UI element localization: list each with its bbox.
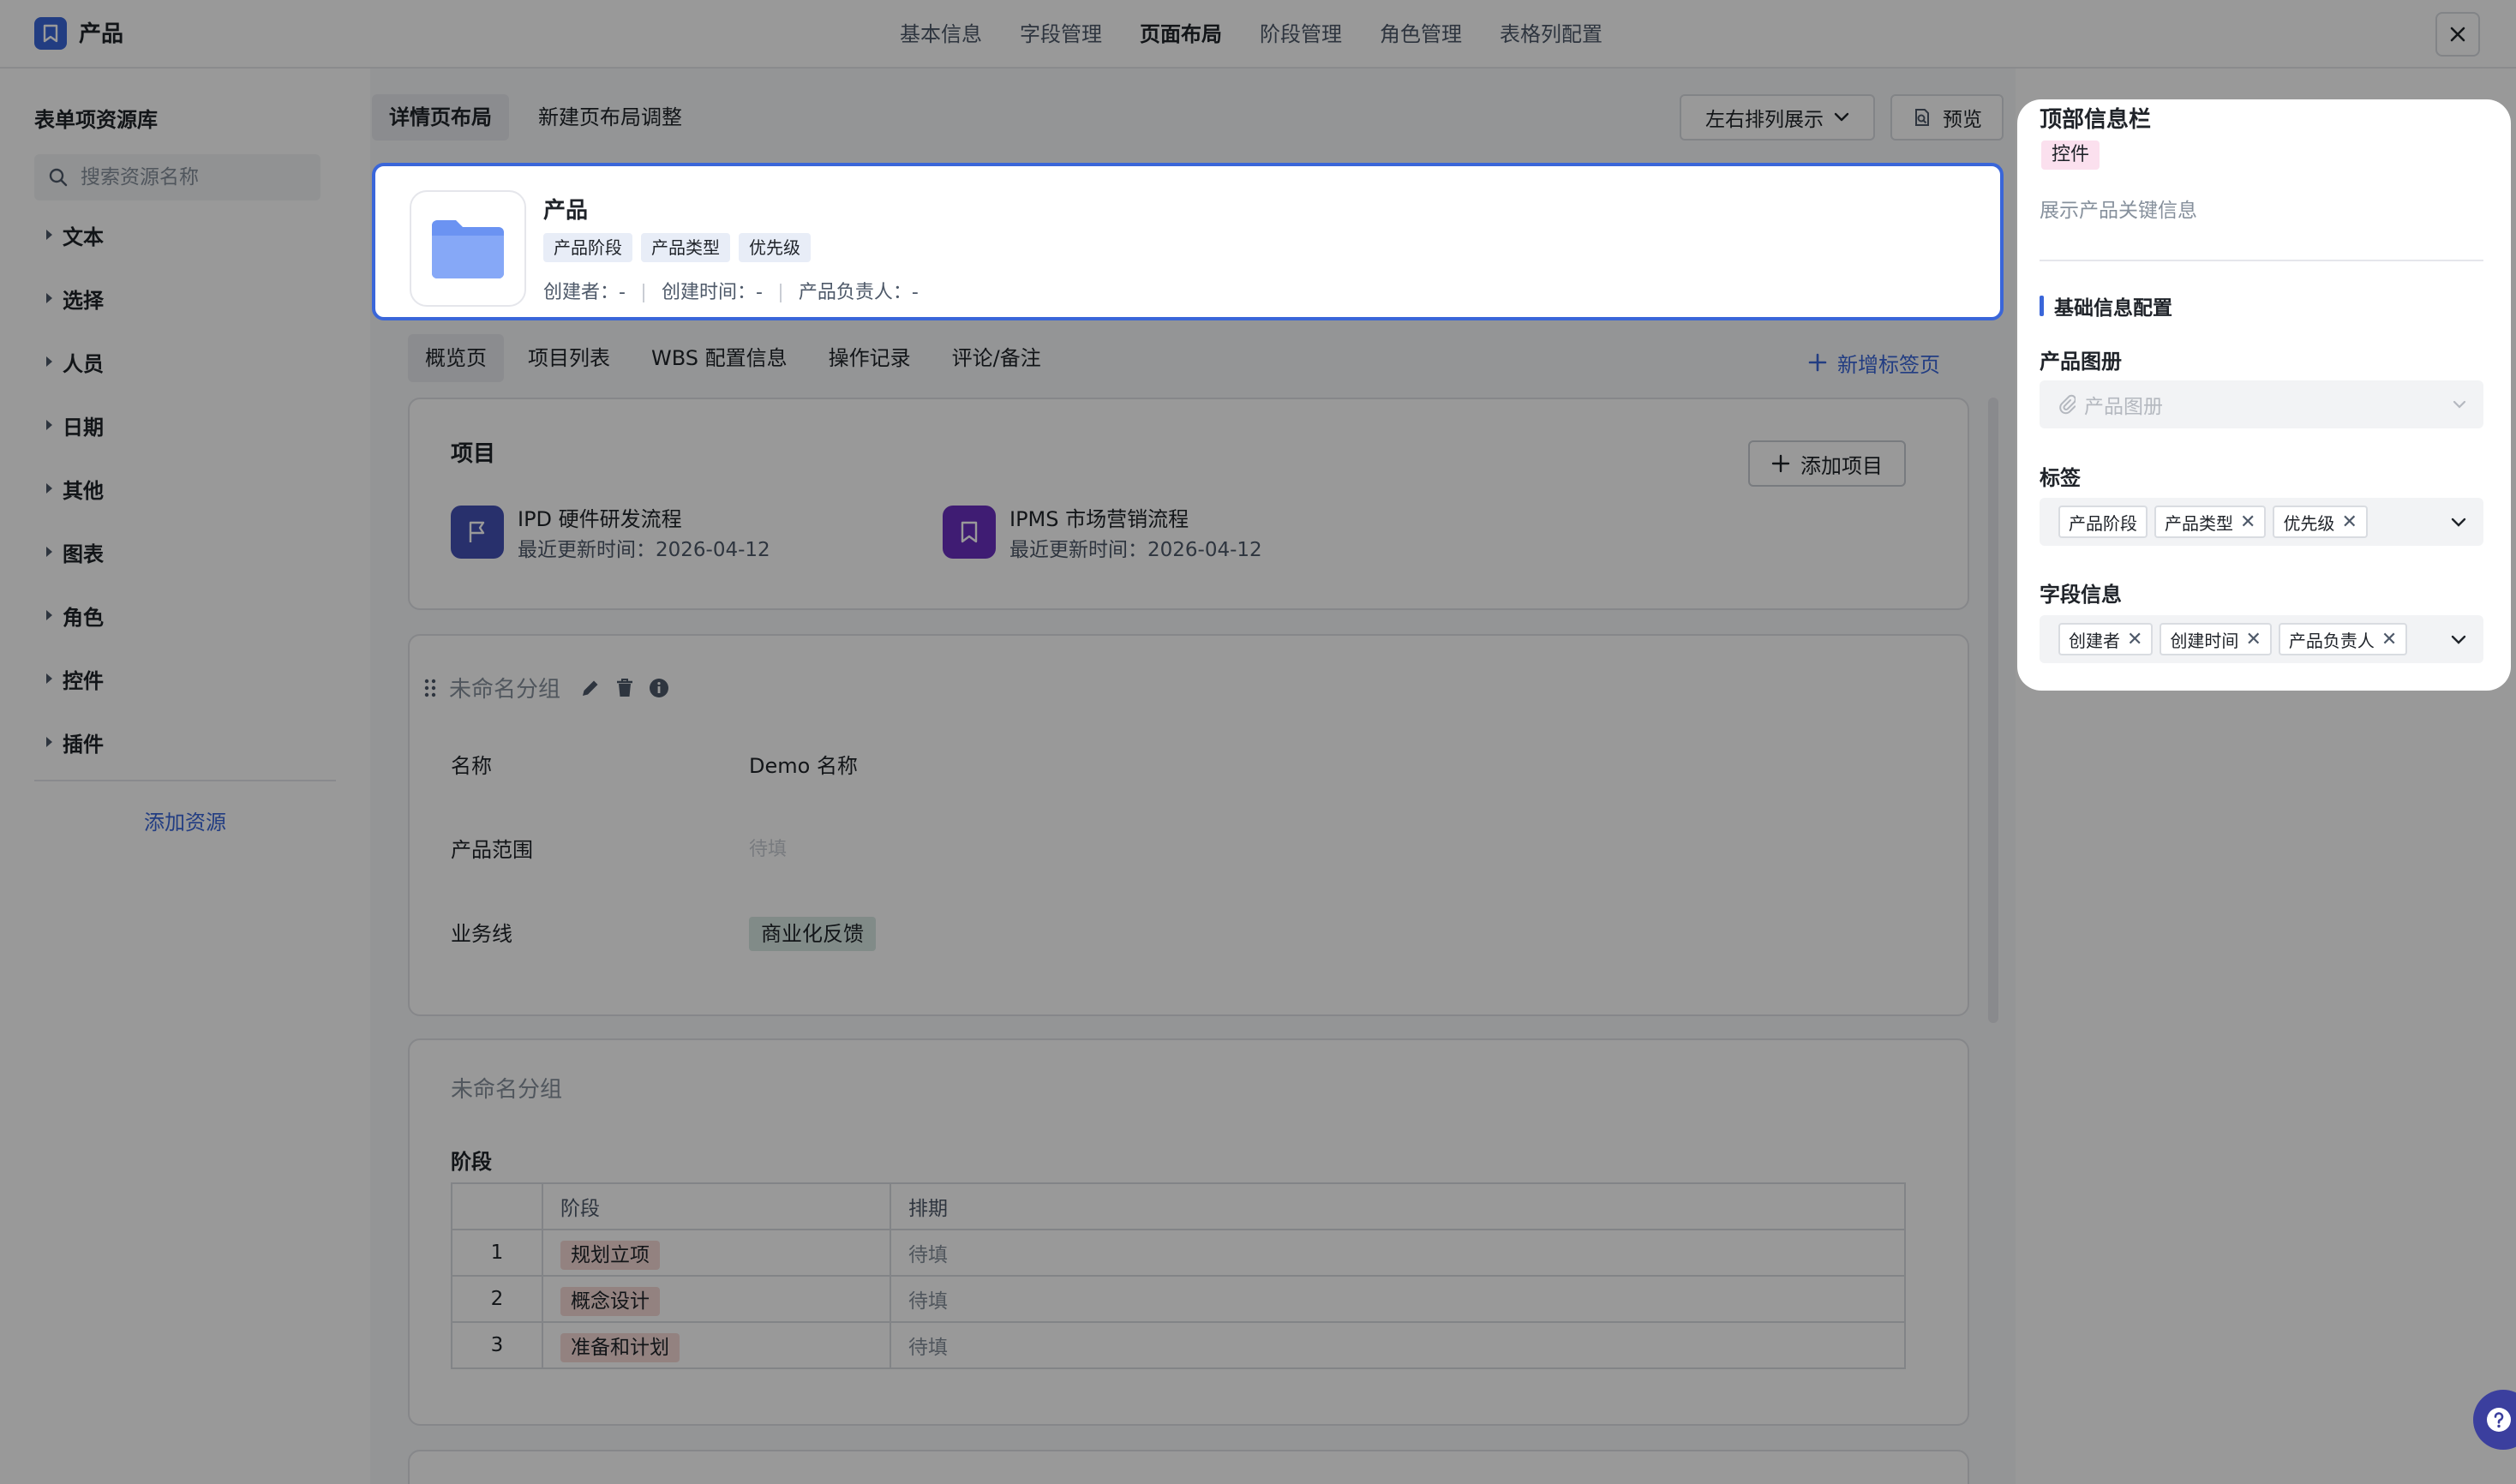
album-label: 产品图册 — [2040, 350, 2122, 374]
header-tag: 优先级 — [739, 233, 811, 262]
tags-select[interactable]: 产品阶段 产品类型 ✕ 优先级 ✕ — [2040, 498, 2483, 546]
field-chip: 创建者 ✕ — [2058, 623, 2154, 655]
field-chip: 创建时间 ✕ — [2160, 623, 2272, 655]
fields-select[interactable]: 创建者 ✕ 创建时间 ✕ 产品负责人 ✕ — [2040, 615, 2483, 663]
tag-chip: 产品阶段 — [2058, 506, 2148, 538]
header-card-title: 产品 — [543, 198, 589, 224]
remove-field-icon[interactable]: ✕ — [2127, 629, 2142, 650]
tag-chip: 产品类型 ✕ — [2154, 506, 2267, 538]
config-panel-title: 顶部信息栏 — [2040, 107, 2152, 133]
meta-owner: 产品负责人：- — [798, 282, 919, 303]
meta-creator: 创建者：- — [543, 282, 626, 303]
chevron-down-icon — [2451, 635, 2466, 644]
tags-label: 标签 — [2040, 466, 2081, 490]
remove-field-icon[interactable]: ✕ — [2245, 629, 2261, 650]
album-select[interactable]: 产品图册 — [2040, 380, 2483, 428]
header-tag: 产品类型 — [641, 233, 730, 262]
config-divider — [2040, 260, 2483, 261]
chevron-down-icon — [2451, 518, 2466, 527]
header-card-tags: 产品阶段 产品类型 优先级 — [543, 233, 811, 262]
header-tag: 产品阶段 — [543, 233, 632, 262]
header-card-meta: 创建者：- 创建时间：- 产品负责人：- — [543, 279, 919, 307]
component-type-badge: 控件 — [2041, 141, 2100, 170]
chevron-down-icon — [2453, 400, 2466, 409]
section-accent-bar — [2040, 296, 2044, 316]
tag-chip: 优先级 ✕ — [2273, 506, 2368, 538]
config-section-title: 基础信息配置 — [2040, 291, 2172, 320]
fields-label: 字段信息 — [2040, 583, 2122, 607]
help-icon — [2487, 1408, 2511, 1432]
remove-tag-icon[interactable]: ✕ — [2341, 512, 2357, 533]
album-placeholder: 产品图册 — [2084, 396, 2163, 418]
meta-divider — [642, 284, 644, 302]
meta-created-time: 创建时间：- — [661, 282, 763, 303]
field-chip: 产品负责人 ✕ — [2278, 623, 2408, 655]
remove-field-icon[interactable]: ✕ — [2381, 629, 2397, 650]
meta-divider — [779, 284, 782, 302]
config-description: 展示产品关键信息 — [2040, 200, 2197, 222]
paperclip-icon — [2059, 394, 2076, 415]
folder-icon — [410, 190, 526, 307]
remove-tag-icon[interactable]: ✕ — [2240, 512, 2255, 533]
